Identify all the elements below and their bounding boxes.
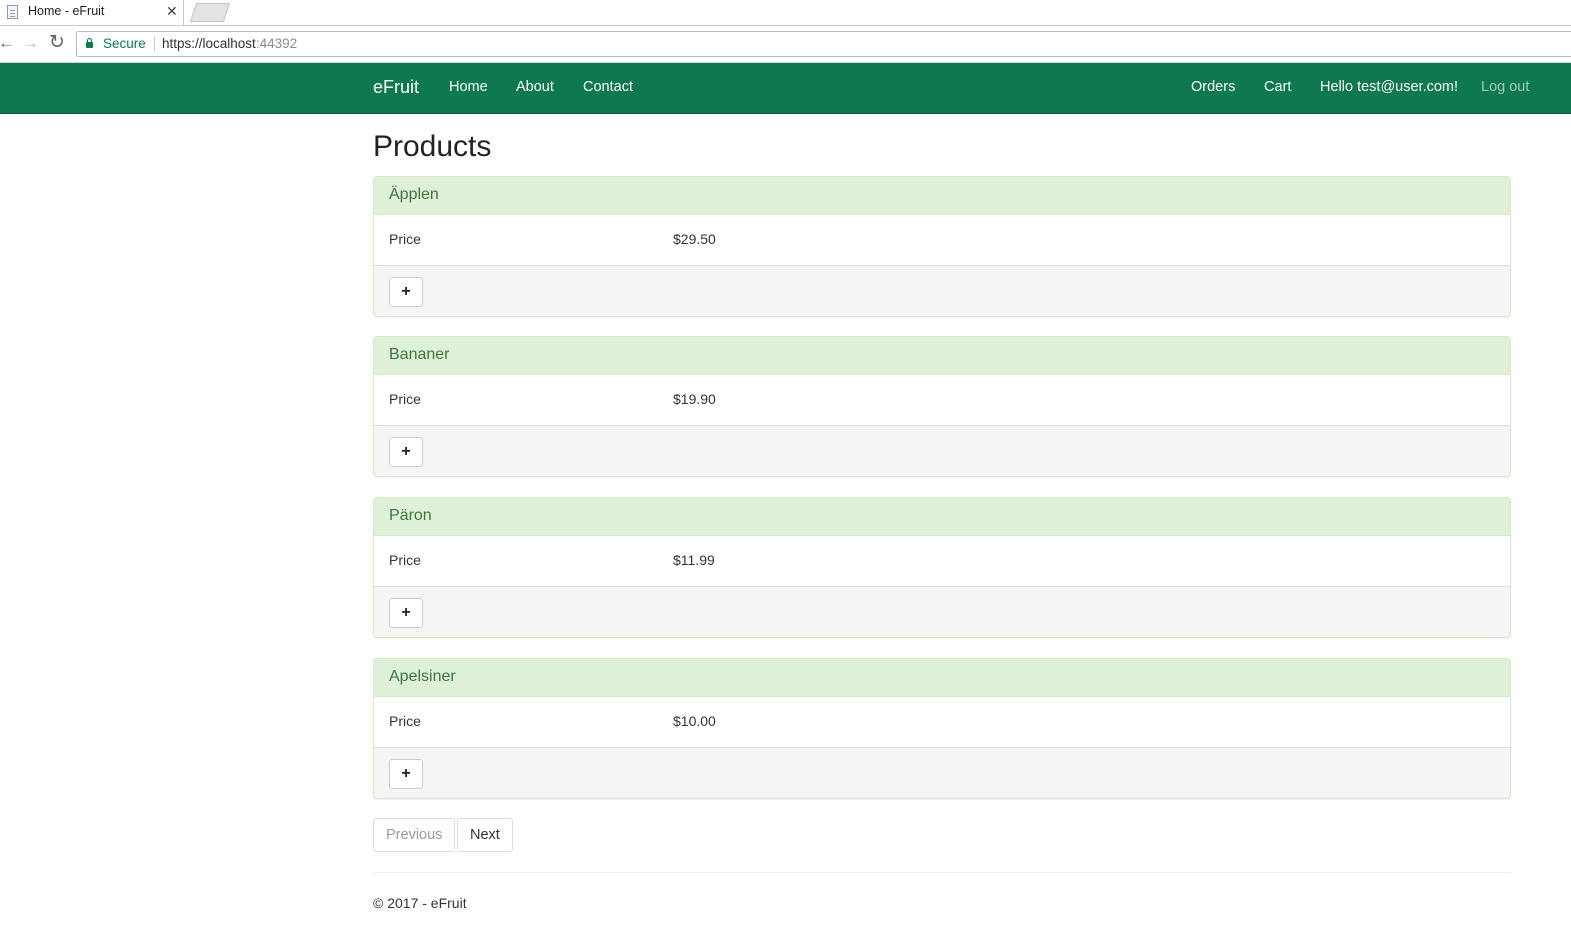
product-name: Bananer xyxy=(389,346,450,363)
product-footer: + xyxy=(374,426,1510,476)
browser-tab[interactable]: Home - eFruit ✕ xyxy=(0,0,184,25)
tab-title: Home - eFruit xyxy=(28,4,105,18)
nav-user-greeting[interactable]: Hello test@user.com! xyxy=(1320,79,1458,95)
product-body: Price $29.50 xyxy=(374,215,1510,266)
url-port: :44392 xyxy=(255,36,298,51)
product-body: Price $19.90 xyxy=(374,375,1510,426)
price-value: $19.90 xyxy=(673,391,716,407)
product-heading: Äpplen xyxy=(374,177,1510,215)
price-label: Price xyxy=(389,391,421,407)
back-arrow-icon[interactable]: ← xyxy=(0,33,15,53)
product-name: Äpplen xyxy=(389,186,439,203)
footer-copyright: © 2017 - eFruit xyxy=(373,895,467,911)
page-icon xyxy=(7,5,18,19)
product-panel: Apelsiner Price $10.00 + xyxy=(373,658,1511,799)
product-heading: Päron xyxy=(374,498,1510,536)
forward-arrow-icon[interactable]: → xyxy=(22,33,39,53)
price-value: $10.00 xyxy=(673,713,716,729)
browser-toolbar: ← → ↻ Secure https://localhost:44392 xyxy=(0,26,1571,63)
add-to-cart-button[interactable]: + xyxy=(389,437,423,467)
product-body: Price $11.99 xyxy=(374,536,1510,587)
product-body: Price $10.00 xyxy=(374,697,1510,748)
price-label: Price xyxy=(389,713,421,729)
nav-contact[interactable]: Contact xyxy=(583,79,633,95)
nav-logout[interactable]: Log out xyxy=(1481,79,1529,95)
lock-icon xyxy=(86,38,93,48)
brand-link[interactable]: eFruit xyxy=(373,77,419,98)
product-panel: Bananer Price $19.90 + xyxy=(373,336,1511,477)
new-tab-button[interactable] xyxy=(189,3,231,22)
price-value: $11.99 xyxy=(673,552,715,568)
add-to-cart-button[interactable]: + xyxy=(389,277,423,307)
url-text[interactable]: https://localhost:44392 xyxy=(162,36,297,51)
product-footer: + xyxy=(374,587,1510,637)
footer-divider xyxy=(373,872,1511,873)
plus-icon: + xyxy=(401,765,411,782)
close-icon[interactable]: ✕ xyxy=(166,3,178,20)
price-label: Price xyxy=(389,552,421,568)
product-footer: + xyxy=(374,748,1510,798)
divider xyxy=(154,36,155,52)
product-name: Apelsiner xyxy=(389,668,456,685)
url-host: https://localhost xyxy=(162,36,256,51)
nav-home[interactable]: Home xyxy=(449,79,488,95)
add-to-cart-button[interactable]: + xyxy=(389,598,423,628)
nav-cart[interactable]: Cart xyxy=(1264,79,1291,95)
product-heading: Bananer xyxy=(374,337,1510,375)
product-name: Päron xyxy=(389,507,432,524)
product-panel: Päron Price $11.99 + xyxy=(373,497,1511,638)
product-footer: + xyxy=(374,266,1510,316)
nav-orders[interactable]: Orders xyxy=(1191,79,1235,95)
site-navbar: eFruit Home About Contact Orders Cart He… xyxy=(0,63,1571,114)
product-panel: Äpplen Price $29.50 + xyxy=(373,176,1511,317)
plus-icon: + xyxy=(401,283,411,300)
previous-page-button[interactable]: Previous xyxy=(373,818,456,852)
address-bar[interactable]: Secure https://localhost:44392 xyxy=(76,31,1571,57)
plus-icon: + xyxy=(401,443,411,460)
browser-tab-strip: Home - eFruit ✕ xyxy=(0,0,1571,26)
page-title: Products xyxy=(373,130,492,163)
next-page-button[interactable]: Next xyxy=(457,818,513,852)
secure-label: Secure xyxy=(103,36,146,51)
plus-icon: + xyxy=(401,604,411,621)
price-value: $29.50 xyxy=(673,231,716,247)
price-label: Price xyxy=(389,231,421,247)
reload-icon[interactable]: ↻ xyxy=(49,31,65,54)
product-heading: Apelsiner xyxy=(374,659,1510,697)
add-to-cart-button[interactable]: + xyxy=(389,759,423,789)
nav-about[interactable]: About xyxy=(516,79,554,95)
